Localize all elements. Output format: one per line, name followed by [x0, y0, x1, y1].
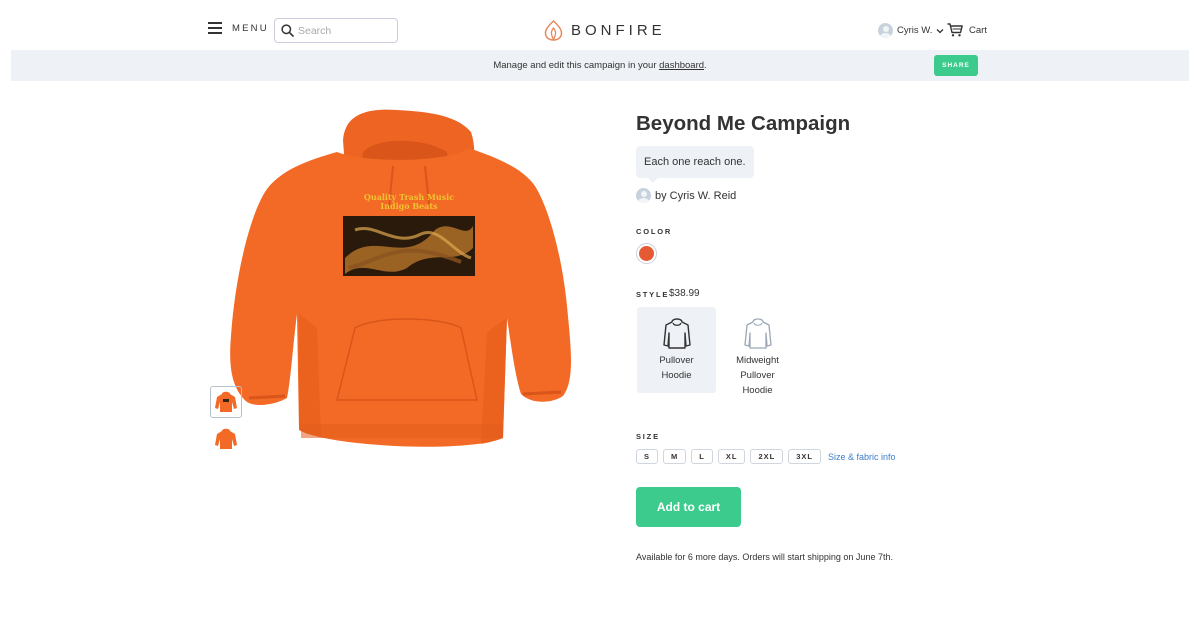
size-l-button[interactable]: L [691, 449, 713, 464]
search-icon [281, 24, 294, 37]
style-name-line2: Hoodie [661, 370, 692, 381]
print-line-2: Indigo Beats [380, 201, 438, 211]
style-name-line2: Pullover [740, 370, 775, 381]
campaign-author[interactable]: by Cyris W. Reid [636, 188, 736, 203]
style-option-midweight-pullover-hoodie[interactable]: Midweight Pullover Hoodie [718, 307, 797, 396]
banner-message: Manage and edit this campaign in your da… [11, 60, 1189, 71]
share-button[interactable]: SHARE [934, 55, 978, 76]
dashboard-link[interactable]: dashboard [659, 60, 704, 71]
flame-logo-icon [544, 20, 563, 41]
search-box[interactable] [274, 18, 398, 43]
bonfire-logo[interactable]: BONFIRE [544, 20, 666, 41]
color-swatch-fill [639, 246, 654, 261]
cart-button[interactable]: Cart [947, 23, 987, 37]
banner-text-after: . [704, 60, 707, 71]
size-xl-button[interactable]: XL [717, 449, 746, 464]
user-menu[interactable]: Cyris W. [878, 23, 944, 38]
thumbnail-front[interactable] [210, 386, 242, 418]
hoodie-outline-icon [662, 318, 691, 349]
size-3xl-button[interactable]: 3XL [788, 449, 821, 464]
thumbnail-back[interactable] [210, 423, 242, 455]
color-label: COLOR [636, 227, 673, 236]
manage-campaign-banner: Manage and edit this campaign in your da… [11, 50, 1189, 81]
chevron-down-icon [936, 28, 944, 33]
add-to-cart-button[interactable]: Add to cart [636, 487, 741, 527]
size-m-button[interactable]: M [663, 449, 687, 464]
author-name: by Cyris W. Reid [655, 189, 737, 202]
menu-label: MENU [232, 22, 269, 34]
campaign-tagline: Each one reach one. [636, 146, 754, 183]
size-s-button[interactable]: S [636, 449, 659, 464]
availability-text: Available for 6 more days. Orders will s… [636, 552, 893, 562]
cart-icon [947, 23, 963, 37]
style-name-line1: Midweight [736, 355, 779, 366]
site-header: MENU BONFIRE Cyris W. Cart [0, 0, 1200, 50]
hoodie-illustration: Quality Trash Music Indigo Beats [230, 109, 572, 447]
style-name-line1: Pullover [659, 355, 694, 366]
color-swatch-orange[interactable] [636, 243, 657, 264]
avatar [878, 23, 893, 38]
product-image[interactable]: Quality Trash Music Indigo Beats [225, 108, 577, 460]
avatar [636, 188, 651, 203]
campaign-title: Beyond Me Campaign [636, 112, 851, 135]
style-label: STYLE [636, 290, 670, 299]
hoodie-thumbnail-icon [215, 428, 237, 449]
size-label: SIZE [636, 432, 660, 441]
user-name: Cyris W. [897, 25, 933, 36]
hoodie-thumbnail-icon [215, 391, 237, 412]
cart-label: Cart [969, 24, 987, 36]
size-fabric-info-link[interactable]: Size & fabric info [828, 452, 896, 462]
menu-button[interactable]: MENU [208, 22, 269, 34]
hoodie-outline-icon [743, 318, 772, 349]
size-options: S M L XL 2XL 3XL Size & fabric info [636, 449, 896, 464]
logo-text: BONFIRE [571, 22, 666, 39]
style-name-line3: Hoodie [742, 385, 773, 396]
hamburger-icon [208, 22, 224, 34]
style-option-pullover-hoodie[interactable]: Pullover Hoodie [637, 307, 716, 393]
search-input[interactable] [298, 24, 388, 37]
banner-text-before: Manage and edit this campaign in your [493, 60, 660, 71]
style-price: $38.99 [669, 288, 700, 299]
size-2xl-button[interactable]: 2XL [750, 449, 784, 464]
